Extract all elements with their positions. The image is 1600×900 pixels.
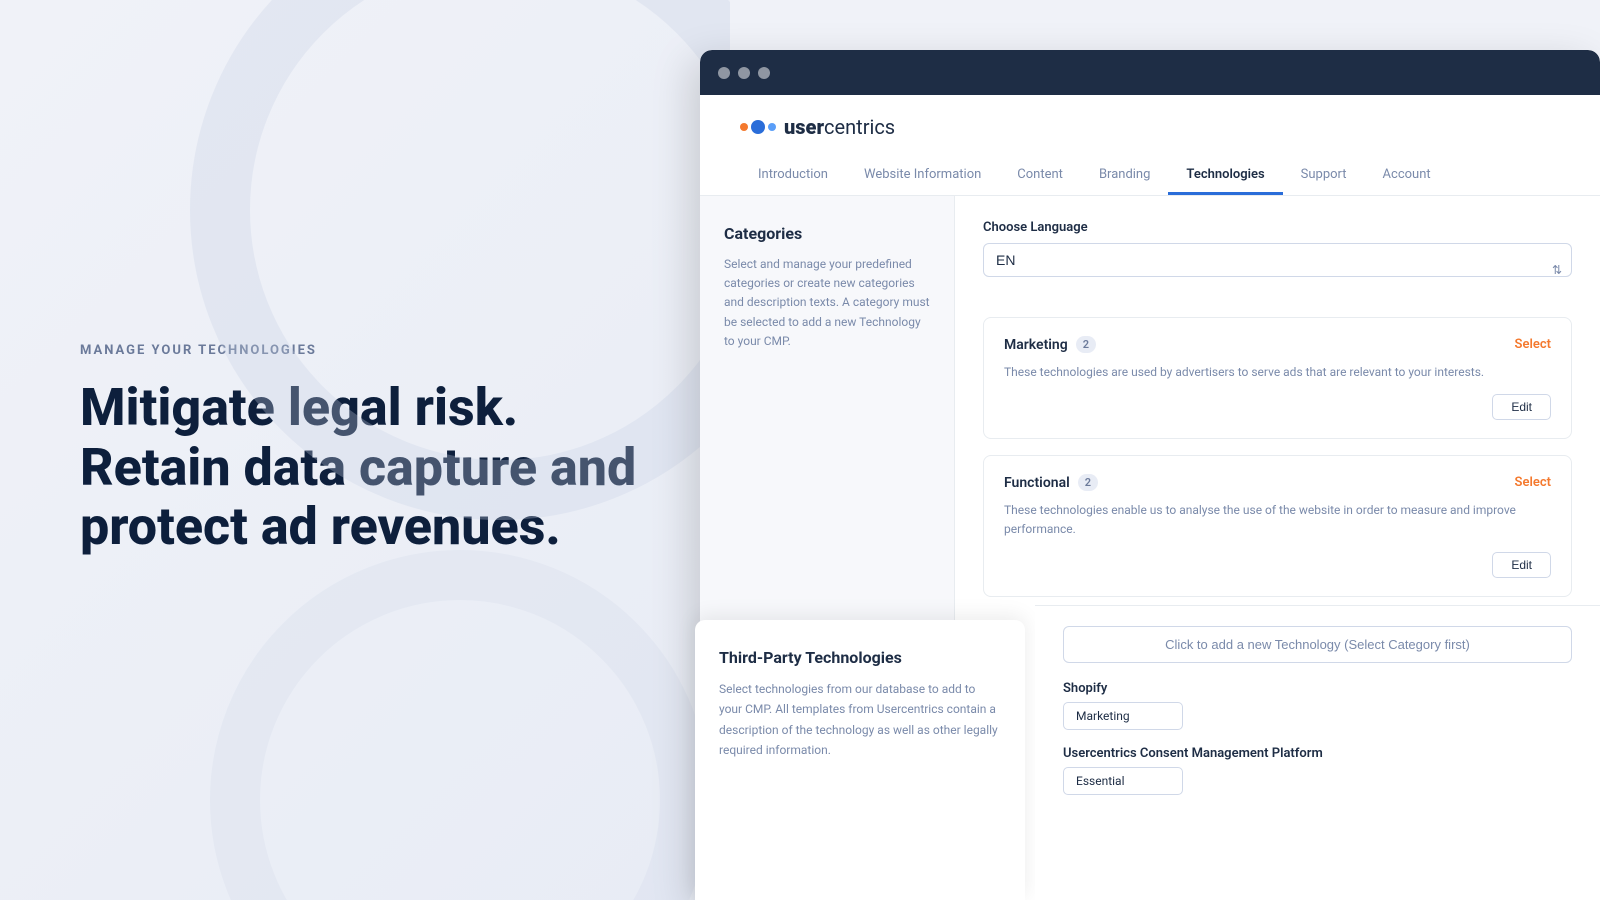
tech-name-usercentrics: Usercentrics Consent Management Platform: [1063, 746, 1572, 761]
browser-dot-2: [738, 67, 750, 79]
category-badge-functional: 2: [1078, 474, 1098, 491]
logo-text-light: centrics: [824, 115, 895, 139]
tab-support[interactable]: Support: [1283, 157, 1365, 195]
category-card-marketing: Marketing 2 Select These technologies ar…: [983, 317, 1572, 439]
sidebar-description: Select and manage your predefined catego…: [724, 255, 930, 351]
nav-tabs: Introduction Website Information Content…: [740, 157, 1560, 195]
subtitle: MANAGE YOUR TECHNOLOGIES: [80, 343, 650, 358]
select-link-functional[interactable]: Select: [1515, 475, 1551, 490]
browser-titlebar: [700, 50, 1600, 95]
language-select-wrapper[interactable]: EN DE FR: [983, 243, 1572, 297]
logo-text: usercentrics: [784, 115, 895, 139]
tech-name-shopify: Shopify: [1063, 681, 1572, 696]
lower-card-text: Select technologies from our database to…: [719, 679, 1001, 761]
category-label-marketing: Marketing: [1004, 337, 1068, 353]
logo-text-bold: user: [784, 115, 824, 139]
tech-tag-shopify: Marketing: [1063, 702, 1183, 730]
tab-website-information[interactable]: Website Information: [846, 157, 999, 195]
category-desc-marketing: These technologies are used by advertise…: [1004, 363, 1551, 382]
logo-dot-blue-small: [768, 123, 776, 131]
tech-tag-usercentrics: Essential: [1063, 767, 1183, 795]
category-header-marketing: Marketing 2 Select: [1004, 336, 1551, 353]
clearfix-functional: Edit: [1004, 552, 1551, 578]
category-header-functional: Functional 2 Select: [1004, 474, 1551, 491]
logo-icon: [740, 120, 776, 134]
category-name-marketing: Marketing 2: [1004, 336, 1096, 353]
category-label-functional: Functional: [1004, 475, 1070, 491]
select-link-marketing[interactable]: Select: [1515, 337, 1551, 352]
edit-button-marketing[interactable]: Edit: [1492, 394, 1551, 420]
browser-dot-3: [758, 67, 770, 79]
left-panel: MANAGE YOUR TECHNOLOGIES Mitigate legal …: [0, 0, 730, 900]
logo-dot-blue-large: [751, 120, 765, 134]
app-header: usercentrics Introduction Website Inform…: [700, 95, 1600, 196]
bottom-right-panel: Click to add a new Technology (Select Ca…: [1035, 605, 1600, 900]
language-select[interactable]: EN DE FR: [983, 243, 1572, 277]
tech-item-usercentrics: Usercentrics Consent Management Platform…: [1063, 746, 1572, 795]
lower-card-title: Third-Party Technologies: [719, 648, 1001, 667]
main-heading: Mitigate legal risk. Retain data capture…: [80, 378, 650, 557]
browser-dot-1: [718, 67, 730, 79]
edit-button-functional[interactable]: Edit: [1492, 552, 1551, 578]
logo-dot-orange: [740, 123, 748, 131]
category-desc-functional: These technologies enable us to analyse …: [1004, 501, 1551, 539]
tab-technologies[interactable]: Technologies: [1168, 157, 1282, 195]
category-badge-marketing: 2: [1076, 336, 1096, 353]
tech-item-shopify: Shopify Marketing: [1063, 681, 1572, 730]
bottom-left-card: Third-Party Technologies Select technolo…: [695, 620, 1025, 900]
tab-content[interactable]: Content: [999, 157, 1081, 195]
choose-language-label: Choose Language: [983, 220, 1572, 235]
category-card-functional: Functional 2 Select These technologies e…: [983, 455, 1572, 596]
clearfix: Edit: [1004, 394, 1551, 420]
logo-area: usercentrics: [740, 115, 1560, 139]
category-name-functional: Functional 2: [1004, 474, 1098, 491]
add-technology-button[interactable]: Click to add a new Technology (Select Ca…: [1063, 626, 1572, 663]
tab-branding[interactable]: Branding: [1081, 157, 1168, 195]
tab-introduction[interactable]: Introduction: [740, 157, 846, 195]
sidebar-title: Categories: [724, 224, 930, 243]
tab-account[interactable]: Account: [1365, 157, 1449, 195]
